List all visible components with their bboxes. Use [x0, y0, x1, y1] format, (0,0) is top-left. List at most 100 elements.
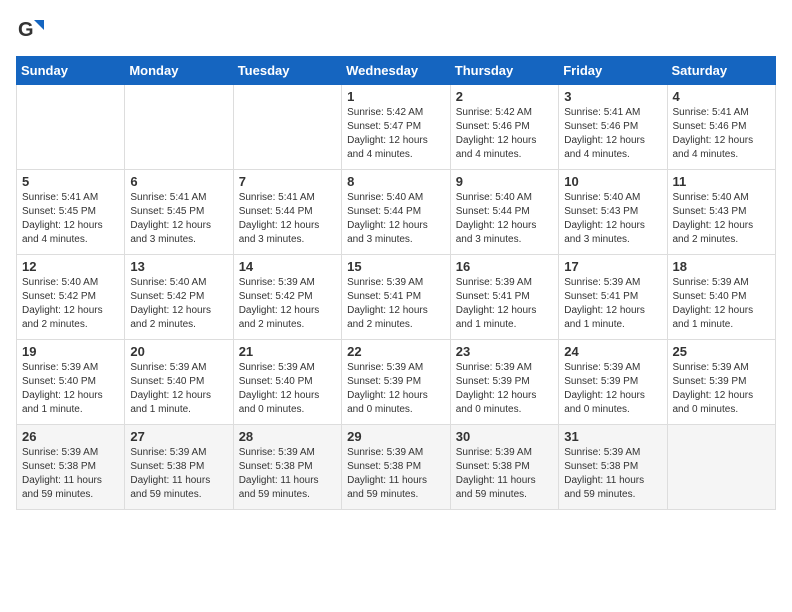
- day-info: Sunrise: 5:39 AM Sunset: 5:38 PM Dayligh…: [564, 446, 661, 502]
- day-number: 25: [673, 344, 771, 359]
- day-number: 2: [456, 89, 553, 104]
- calendar-cell: 3 Sunrise: 5:41 AM Sunset: 5:46 PM Daylig…: [559, 85, 667, 170]
- week-row-5: 26 Sunrise: 5:39 AM Sunset: 5:38 PM Dayli…: [17, 425, 776, 510]
- column-header-sunday: Sunday: [17, 57, 125, 85]
- calendar-cell: 31 Sunrise: 5:39 AM Sunset: 5:38 PM Dayli…: [559, 425, 667, 510]
- calendar-cell: 9 Sunrise: 5:40 AM Sunset: 5:44 PM Daylig…: [450, 170, 558, 255]
- calendar-cell: 19 Sunrise: 5:39 AM Sunset: 5:40 PM Dayli…: [17, 340, 125, 425]
- day-number: 13: [130, 259, 227, 274]
- day-number: 8: [347, 174, 445, 189]
- day-info: Sunrise: 5:40 AM Sunset: 5:44 PM Dayligh…: [456, 191, 553, 247]
- calendar-cell: 10Sunrise: 5:40 AM Sunset: 5:43 PM Dayli…: [559, 170, 667, 255]
- logo: G: [16, 16, 48, 44]
- calendar-cell: 8 Sunrise: 5:40 AM Sunset: 5:44 PM Daylig…: [342, 170, 451, 255]
- calendar-cell: 21 Sunrise: 5:39 AM Sunset: 5:40 PM Dayli…: [233, 340, 341, 425]
- day-info: Sunrise: 5:39 AM Sunset: 5:40 PM Dayligh…: [673, 276, 771, 332]
- day-info: Sunrise: 5:39 AM Sunset: 5:39 PM Dayligh…: [347, 361, 445, 417]
- calendar-cell: 30 Sunrise: 5:39 AM Sunset: 5:38 PM Dayli…: [450, 425, 558, 510]
- column-header-wednesday: Wednesday: [342, 57, 451, 85]
- calendar-cell: 26 Sunrise: 5:39 AM Sunset: 5:38 PM Dayli…: [17, 425, 125, 510]
- week-row-3: 12 Sunrise: 5:40 AM Sunset: 5:42 PM Dayli…: [17, 255, 776, 340]
- day-info: Sunrise: 5:40 AM Sunset: 5:42 PM Dayligh…: [130, 276, 227, 332]
- day-number: 14: [239, 259, 336, 274]
- svg-text:G: G: [18, 19, 34, 41]
- day-number: 29: [347, 429, 445, 444]
- week-row-4: 19 Sunrise: 5:39 AM Sunset: 5:40 PM Dayli…: [17, 340, 776, 425]
- column-header-saturday: Saturday: [667, 57, 776, 85]
- calendar-cell: 1 Sunrise: 5:42 AM Sunset: 5:47 PM Daylig…: [342, 85, 451, 170]
- day-number: 17: [564, 259, 661, 274]
- day-number: 4: [673, 89, 771, 104]
- calendar-cell: 12 Sunrise: 5:40 AM Sunset: 5:42 PM Dayli…: [17, 255, 125, 340]
- day-info: Sunrise: 5:42 AM Sunset: 5:46 PM Dayligh…: [456, 106, 553, 162]
- day-number: 16: [456, 259, 553, 274]
- day-info: Sunrise: 5:40 AM Sunset: 5:43 PM Dayligh…: [673, 191, 771, 247]
- day-number: 27: [130, 429, 227, 444]
- calendar-cell: 15 Sunrise: 5:39 AM Sunset: 5:41 PM Dayli…: [342, 255, 451, 340]
- calendar-cell: 20Sunrise: 5:39 AM Sunset: 5:40 PM Dayli…: [125, 340, 233, 425]
- day-info: Sunrise: 5:39 AM Sunset: 5:38 PM Dayligh…: [130, 446, 227, 502]
- day-number: 31: [564, 429, 661, 444]
- week-row-2: 5Sunrise: 5:41 AM Sunset: 5:45 PM Daylig…: [17, 170, 776, 255]
- column-header-tuesday: Tuesday: [233, 57, 341, 85]
- day-info: Sunrise: 5:40 AM Sunset: 5:43 PM Dayligh…: [564, 191, 661, 247]
- day-number: 24: [564, 344, 661, 359]
- day-info: Sunrise: 5:39 AM Sunset: 5:42 PM Dayligh…: [239, 276, 336, 332]
- day-number: 28: [239, 429, 336, 444]
- day-info: Sunrise: 5:39 AM Sunset: 5:41 PM Dayligh…: [347, 276, 445, 332]
- day-info: Sunrise: 5:42 AM Sunset: 5:47 PM Dayligh…: [347, 106, 445, 162]
- calendar-cell: [17, 85, 125, 170]
- day-number: 1: [347, 89, 445, 104]
- day-number: 12: [22, 259, 119, 274]
- day-info: Sunrise: 5:39 AM Sunset: 5:40 PM Dayligh…: [239, 361, 336, 417]
- day-info: Sunrise: 5:39 AM Sunset: 5:40 PM Dayligh…: [22, 361, 119, 417]
- day-info: Sunrise: 5:39 AM Sunset: 5:39 PM Dayligh…: [673, 361, 771, 417]
- day-info: Sunrise: 5:39 AM Sunset: 5:39 PM Dayligh…: [564, 361, 661, 417]
- calendar-cell: 4 Sunrise: 5:41 AM Sunset: 5:46 PM Daylig…: [667, 85, 776, 170]
- calendar-cell: 6Sunrise: 5:41 AM Sunset: 5:45 PM Daylig…: [125, 170, 233, 255]
- day-info: Sunrise: 5:41 AM Sunset: 5:45 PM Dayligh…: [22, 191, 119, 247]
- day-number: 22: [347, 344, 445, 359]
- day-number: 30: [456, 429, 553, 444]
- calendar-cell: [233, 85, 341, 170]
- calendar-cell: 7 Sunrise: 5:41 AM Sunset: 5:44 PM Daylig…: [233, 170, 341, 255]
- day-info: Sunrise: 5:41 AM Sunset: 5:44 PM Dayligh…: [239, 191, 336, 247]
- calendar-cell: 14 Sunrise: 5:39 AM Sunset: 5:42 PM Dayli…: [233, 255, 341, 340]
- calendar-cell: 5Sunrise: 5:41 AM Sunset: 5:45 PM Daylig…: [17, 170, 125, 255]
- day-number: 26: [22, 429, 119, 444]
- day-number: 7: [239, 174, 336, 189]
- week-row-1: 1 Sunrise: 5:42 AM Sunset: 5:47 PM Daylig…: [17, 85, 776, 170]
- calendar-cell: [667, 425, 776, 510]
- day-number: 20: [130, 344, 227, 359]
- calendar-header-row: SundayMondayTuesdayWednesdayThursdayFrid…: [17, 57, 776, 85]
- day-number: 19: [22, 344, 119, 359]
- day-number: 3: [564, 89, 661, 104]
- day-info: Sunrise: 5:40 AM Sunset: 5:42 PM Dayligh…: [22, 276, 119, 332]
- day-info: Sunrise: 5:39 AM Sunset: 5:39 PM Dayligh…: [456, 361, 553, 417]
- day-number: 21: [239, 344, 336, 359]
- calendar-cell: 13 Sunrise: 5:40 AM Sunset: 5:42 PM Dayli…: [125, 255, 233, 340]
- calendar-cell: 23Sunrise: 5:39 AM Sunset: 5:39 PM Dayli…: [450, 340, 558, 425]
- page-header: G: [16, 16, 776, 44]
- day-info: Sunrise: 5:41 AM Sunset: 5:46 PM Dayligh…: [673, 106, 771, 162]
- day-info: Sunrise: 5:39 AM Sunset: 5:41 PM Dayligh…: [456, 276, 553, 332]
- calendar-cell: [125, 85, 233, 170]
- day-info: Sunrise: 5:39 AM Sunset: 5:38 PM Dayligh…: [239, 446, 336, 502]
- day-info: Sunrise: 5:40 AM Sunset: 5:44 PM Dayligh…: [347, 191, 445, 247]
- calendar-cell: 22 Sunrise: 5:39 AM Sunset: 5:39 PM Dayli…: [342, 340, 451, 425]
- day-info: Sunrise: 5:41 AM Sunset: 5:46 PM Dayligh…: [564, 106, 661, 162]
- day-number: 15: [347, 259, 445, 274]
- calendar-cell: 29 Sunrise: 5:39 AM Sunset: 5:38 PM Dayli…: [342, 425, 451, 510]
- day-info: Sunrise: 5:39 AM Sunset: 5:38 PM Dayligh…: [456, 446, 553, 502]
- day-number: 9: [456, 174, 553, 189]
- day-info: Sunrise: 5:39 AM Sunset: 5:38 PM Dayligh…: [347, 446, 445, 502]
- calendar-cell: 18Sunrise: 5:39 AM Sunset: 5:40 PM Dayli…: [667, 255, 776, 340]
- day-info: Sunrise: 5:39 AM Sunset: 5:38 PM Dayligh…: [22, 446, 119, 502]
- calendar-cell: 25 Sunrise: 5:39 AM Sunset: 5:39 PM Dayli…: [667, 340, 776, 425]
- calendar-cell: 24 Sunrise: 5:39 AM Sunset: 5:39 PM Dayli…: [559, 340, 667, 425]
- logo-icon: G: [16, 16, 44, 44]
- column-header-friday: Friday: [559, 57, 667, 85]
- calendar-cell: 2 Sunrise: 5:42 AM Sunset: 5:46 PM Daylig…: [450, 85, 558, 170]
- calendar-cell: 11Sunrise: 5:40 AM Sunset: 5:43 PM Dayli…: [667, 170, 776, 255]
- day-info: Sunrise: 5:39 AM Sunset: 5:41 PM Dayligh…: [564, 276, 661, 332]
